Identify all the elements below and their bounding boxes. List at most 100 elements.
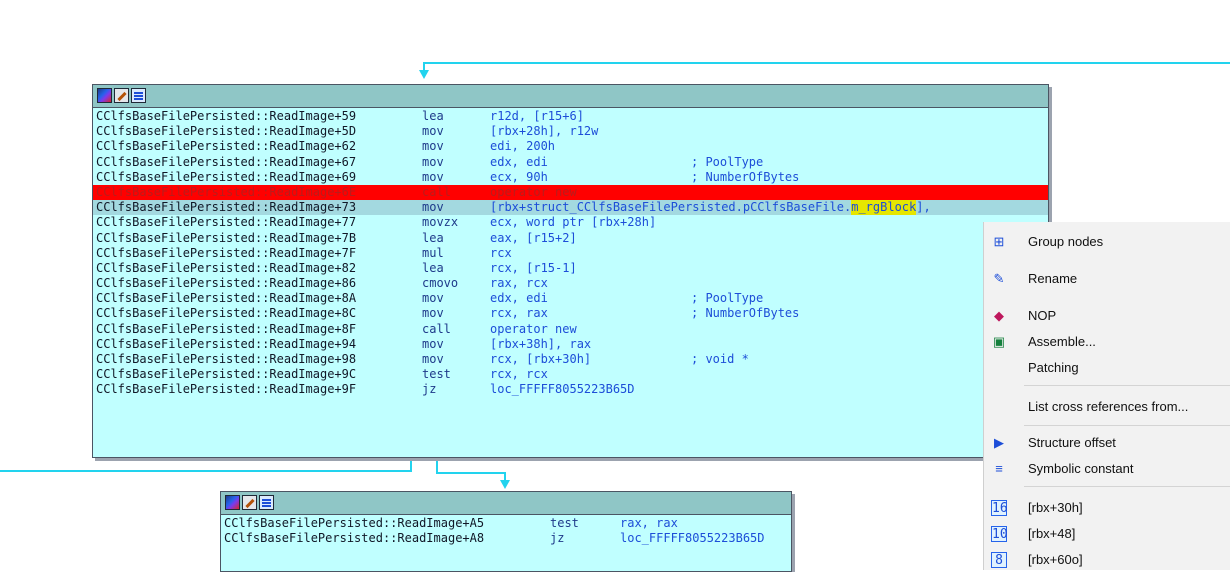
instruction-address[interactable]: CClfsBaseFilePersisted::ReadImage+67 <box>96 155 422 170</box>
instruction-address[interactable]: CClfsBaseFilePersisted::ReadImage+A8 <box>224 531 550 546</box>
instruction-operands[interactable]: loc_FFFFF8055223B65D <box>490 382 635 397</box>
instruction-address[interactable]: CClfsBaseFilePersisted::ReadImage+6E <box>96 185 422 200</box>
node-rename-icon[interactable] <box>114 88 129 103</box>
menu-item-list-xrefs[interactable]: List cross references from... <box>984 395 1230 419</box>
instruction-operands[interactable]: [rbx+struct_CClfsBaseFilePersisted.pCClf… <box>490 200 851 215</box>
instruction-mnemonic[interactable]: mov <box>422 170 490 185</box>
instruction-operands[interactable]: rax, rcx <box>490 276 548 291</box>
instruction-row[interactable]: CClfsBaseFilePersisted::ReadImage+77 movz… <box>93 215 1048 230</box>
instruction-address[interactable]: CClfsBaseFilePersisted::ReadImage+73 <box>96 200 422 215</box>
instruction-mnemonic[interactable]: lea <box>422 261 490 276</box>
menu-item-structure-offset[interactable]: ▶ Structure offset <box>984 431 1230 455</box>
instruction-row[interactable]: CClfsBaseFilePersisted::ReadImage+59 lea r… <box>93 109 1048 124</box>
menu-item-patching[interactable]: Patching <box>984 356 1230 380</box>
graph-node-secondary[interactable]: CClfsBaseFilePersisted::ReadImage+A5 test… <box>220 491 792 572</box>
instruction-mnemonic[interactable]: test <box>422 367 490 382</box>
instruction-operands[interactable]: rax, rax <box>620 516 678 531</box>
instruction-mnemonic[interactable]: mul <box>422 246 490 261</box>
instruction-operands[interactable]: rcx, rax <box>490 306 548 321</box>
instruction-mnemonic[interactable]: mov <box>422 139 490 154</box>
instruction-address[interactable]: CClfsBaseFilePersisted::ReadImage+A5 <box>224 516 550 531</box>
instruction-row[interactable]: CClfsBaseFilePersisted::ReadImage+94 mov[… <box>93 337 1048 352</box>
instruction-row[interactable]: CClfsBaseFilePersisted::ReadImage+9C test… <box>93 367 1048 382</box>
instruction-mnemonic[interactable]: lea <box>422 109 490 124</box>
instruction-mnemonic[interactable]: test <box>550 516 620 531</box>
instruction-operands[interactable]: operator new <box>490 185 577 200</box>
menu-item-hex[interactable]: 16 [rbx+30h] <box>984 496 1230 520</box>
instruction-mnemonic[interactable]: mov <box>422 337 490 352</box>
instruction-row[interactable]: CClfsBaseFilePersisted::ReadImage+7F mul r… <box>93 246 1048 261</box>
instruction-row[interactable]: CClfsBaseFilePersisted::ReadImage+8A mov e… <box>93 291 1048 306</box>
instruction-row[interactable]: CClfsBaseFilePersisted::ReadImage+9F jz lo… <box>93 382 1048 397</box>
instruction-mnemonic[interactable]: jz <box>422 382 490 397</box>
instruction-operands[interactable]: rcx, rcx <box>490 367 548 382</box>
instruction-operands[interactable]: edx, edi <box>490 155 548 170</box>
instruction-operands[interactable]: rcx, [r15-1] <box>490 261 577 276</box>
instruction-mnemonic[interactable]: mov <box>422 200 490 215</box>
instruction-address[interactable]: CClfsBaseFilePersisted::ReadImage+77 <box>96 215 422 230</box>
instruction-mnemonic[interactable]: call <box>422 322 490 337</box>
node-rename-icon[interactable] <box>242 495 257 510</box>
instruction-mnemonic[interactable]: mov <box>422 155 490 170</box>
instruction-row[interactable]: CClfsBaseFilePersisted::ReadImage+62 mov e… <box>93 139 1048 154</box>
instruction-address[interactable]: CClfsBaseFilePersisted::ReadImage+9F <box>96 382 422 397</box>
instruction-address[interactable]: CClfsBaseFilePersisted::ReadImage+7F <box>96 246 422 261</box>
graph-node-main[interactable]: CClfsBaseFilePersisted::ReadImage+59 lea r… <box>92 84 1049 458</box>
instruction-row[interactable]: CClfsBaseFilePersisted::ReadImage+7B lea e… <box>93 231 1048 246</box>
instruction-address[interactable]: CClfsBaseFilePersisted::ReadImage+86 <box>96 276 422 291</box>
instruction-mnemonic[interactable]: mov <box>422 306 490 321</box>
instruction-address[interactable]: CClfsBaseFilePersisted::ReadImage+59 <box>96 109 422 124</box>
instruction-row[interactable]: CClfsBaseFilePersisted::ReadImage+8C mov r… <box>93 306 1048 321</box>
instruction-operands[interactable]: edx, edi <box>490 291 548 306</box>
instruction-row[interactable]: CClfsBaseFilePersisted::ReadImage+86 cmov… <box>93 276 1048 291</box>
instruction-row[interactable]: CClfsBaseFilePersisted::ReadImage+98 mov r… <box>93 352 1048 367</box>
instruction-row[interactable]: CClfsBaseFilePersisted::ReadImage+A5 test… <box>221 516 791 531</box>
instruction-operands[interactable]: ecx, word ptr [rbx+28h] <box>490 215 656 230</box>
instruction-row[interactable]: CClfsBaseFilePersisted::ReadImage+69 mov e… <box>93 170 1048 185</box>
instruction-address[interactable]: CClfsBaseFilePersisted::ReadImage+94 <box>96 337 422 352</box>
instruction-row[interactable]: CClfsBaseFilePersisted::ReadImage+5D mov[… <box>93 124 1048 139</box>
menu-item-octal[interactable]: 8 [rbx+60o] <box>984 548 1230 572</box>
node-collapse-icon[interactable] <box>131 88 146 103</box>
menu-item-assemble[interactable]: ▣ Assemble... <box>984 330 1230 354</box>
instruction-mnemonic[interactable]: mov <box>422 124 490 139</box>
instruction-operands[interactable]: edi, 200h <box>490 139 555 154</box>
menu-item-group-nodes[interactable]: ⊞ Group nodes <box>984 230 1230 254</box>
instruction-address[interactable]: CClfsBaseFilePersisted::ReadImage+5D <box>96 124 422 139</box>
instruction-operands[interactable]: eax, [r15+2] <box>490 231 577 246</box>
instruction-row[interactable]: CClfsBaseFilePersisted::ReadImage+6E call… <box>93 184 1048 201</box>
instruction-row[interactable]: CClfsBaseFilePersisted::ReadImage+82 lea r… <box>93 261 1048 276</box>
instruction-operands[interactable]: [rbx+38h], rax <box>490 337 591 352</box>
instruction-row[interactable]: CClfsBaseFilePersisted::ReadImage+73 mov[… <box>93 200 1048 216</box>
instruction-address[interactable]: CClfsBaseFilePersisted::ReadImage+8F <box>96 322 422 337</box>
instruction-address[interactable]: CClfsBaseFilePersisted::ReadImage+62 <box>96 139 422 154</box>
instruction-operands[interactable]: ecx, 90h <box>490 170 548 185</box>
instruction-mnemonic[interactable]: cmovo <box>422 276 490 291</box>
menu-item-nop[interactable]: ◆ NOP <box>984 304 1230 328</box>
instruction-mnemonic[interactable]: call <box>422 185 490 200</box>
node-color-icon[interactable] <box>97 88 112 103</box>
instruction-address[interactable]: CClfsBaseFilePersisted::ReadImage+98 <box>96 352 422 367</box>
node-title-bar[interactable] <box>221 492 791 515</box>
instruction-row[interactable]: CClfsBaseFilePersisted::ReadImage+67 mov e… <box>93 155 1048 170</box>
node-title-bar[interactable] <box>93 85 1048 108</box>
instruction-operands[interactable]: operator new <box>490 322 577 337</box>
highlighted-operand[interactable]: m_rgBlock <box>851 200 917 216</box>
instruction-operands[interactable]: loc_FFFFF8055223B65D <box>620 531 765 546</box>
instruction-row[interactable]: CClfsBaseFilePersisted::ReadImage+A8 jz lo… <box>221 531 791 546</box>
instruction-operands[interactable]: [rbx+28h], r12w <box>490 124 598 139</box>
instruction-address[interactable]: CClfsBaseFilePersisted::ReadImage+8C <box>96 306 422 321</box>
instruction-mnemonic[interactable]: movzx <box>422 215 490 230</box>
instruction-operands[interactable]: rcx <box>490 246 512 261</box>
instruction-mnemonic[interactable]: mov <box>422 291 490 306</box>
instruction-address[interactable]: CClfsBaseFilePersisted::ReadImage+69 <box>96 170 422 185</box>
instruction-operands[interactable]: r12d, [r15+6] <box>490 109 584 124</box>
instruction-mnemonic[interactable]: lea <box>422 231 490 246</box>
instruction-address[interactable]: CClfsBaseFilePersisted::ReadImage+8A <box>96 291 422 306</box>
instruction-mnemonic[interactable]: mov <box>422 352 490 367</box>
node-collapse-icon[interactable] <box>259 495 274 510</box>
instruction-mnemonic[interactable]: jz <box>550 531 620 546</box>
instruction-operands[interactable]: rcx, [rbx+30h] <box>490 352 591 367</box>
menu-item-decimal[interactable]: 10 [rbx+48] <box>984 522 1230 546</box>
menu-item-rename[interactable]: ✎ Rename <box>984 267 1230 291</box>
